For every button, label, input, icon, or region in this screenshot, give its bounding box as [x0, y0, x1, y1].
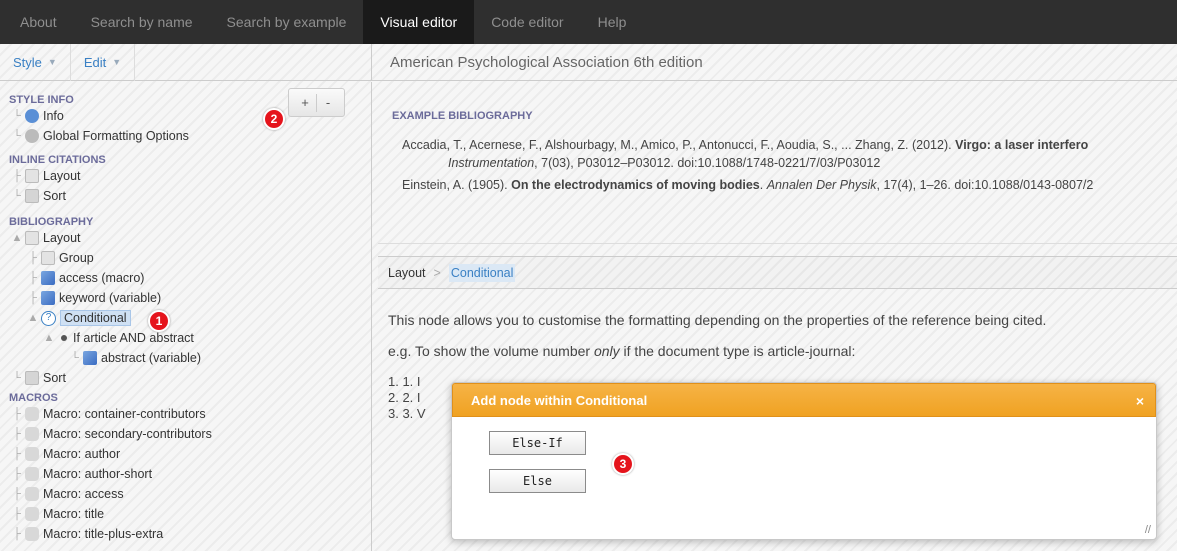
- tab-help[interactable]: Help: [581, 0, 644, 44]
- macro-icon: [25, 527, 39, 541]
- else-if-button[interactable]: Else-If: [489, 431, 586, 455]
- breadcrumb-layout[interactable]: Layout: [388, 266, 426, 280]
- tree-connector: ├: [29, 272, 37, 284]
- tree-node-macro[interactable]: ├ Macro: secondary-contributors: [9, 424, 371, 444]
- info-icon: [25, 109, 39, 123]
- macro-icon: [25, 427, 39, 441]
- tree-node-macro[interactable]: ├ Macro: access: [9, 484, 371, 504]
- editor-menubar: Style ▼ Edit ▼: [0, 43, 372, 81]
- section-inline-citations: INLINE CITATIONS: [9, 154, 106, 166]
- tree-node-macro[interactable]: ├ Macro: container-contributors: [9, 404, 371, 424]
- tree-connector: ├: [13, 448, 21, 460]
- annotation-badge-2: 2: [263, 108, 285, 130]
- macro-icon: [25, 407, 39, 421]
- tree-node-keyword[interactable]: ├ keyword (variable): [9, 288, 371, 308]
- style-menu[interactable]: Style ▼: [0, 43, 71, 81]
- section-macros: MACROS: [9, 392, 58, 404]
- chevron-down-icon: ▼: [112, 57, 122, 67]
- tree-node-inline-layout[interactable]: ├ Layout: [9, 166, 371, 186]
- edit-menu-label: Edit: [83, 54, 107, 70]
- annotation-badge-1: 1: [148, 310, 170, 332]
- breadcrumb-separator: >: [433, 265, 441, 280]
- tree-node-macro[interactable]: ├ Macro: author-short: [9, 464, 371, 484]
- sort-icon: [25, 189, 39, 203]
- style-title: American Psychological Association 6th e…: [372, 44, 1177, 81]
- dialog-header[interactable]: Add node within Conditional ×: [452, 383, 1156, 417]
- resize-handle-icon[interactable]: //: [1145, 524, 1151, 536]
- tree-connector: ├: [13, 170, 21, 182]
- sort-icon: [25, 371, 39, 385]
- tree-connector: ├: [13, 408, 21, 420]
- tree-connector: ├: [13, 468, 21, 480]
- expand-toggle-icon[interactable]: ▲: [41, 332, 57, 344]
- tree-connector: ├: [13, 508, 21, 520]
- bullet-icon: [61, 335, 67, 341]
- style-tree-panel: STYLE INFO └ Info └ Global Formatting Op…: [0, 82, 372, 551]
- tree-node-bib-layout[interactable]: ▲ Layout: [9, 228, 371, 248]
- breadcrumb: Layout > Conditional: [378, 256, 1177, 289]
- breadcrumb-conditional[interactable]: Conditional: [448, 263, 516, 282]
- tree-connector: ├: [29, 252, 37, 264]
- macro-icon: [25, 447, 39, 461]
- gear-icon: [25, 129, 39, 143]
- tree-node-conditional[interactable]: ▲ ? Conditional: [9, 308, 371, 328]
- style-menu-label: Style: [13, 54, 42, 70]
- tree-connector: ├: [13, 428, 21, 440]
- expand-toggle-icon[interactable]: ▲: [25, 312, 41, 324]
- tree-connector: ├: [13, 528, 21, 540]
- example-bibliography-panel: EXAMPLE BIBLIOGRAPHY Accadia, T., Acerne…: [378, 86, 1177, 244]
- variable-icon: [41, 291, 55, 305]
- bibliography-entry: Einstein, A. (1905). On the electrodynam…: [402, 178, 1094, 192]
- macro-icon: [25, 507, 39, 521]
- tab-about[interactable]: About: [0, 0, 74, 44]
- add-node-button[interactable]: +: [294, 95, 316, 110]
- tree-connector: └: [13, 372, 21, 384]
- dialog-title: Add node within Conditional: [471, 392, 648, 408]
- add-remove-node-buttons: + -: [288, 88, 345, 117]
- top-navigation: About Search by name Search by example V…: [0, 0, 1177, 44]
- tab-code-editor[interactable]: Code editor: [474, 0, 580, 44]
- annotation-badge-3: 3: [612, 453, 634, 475]
- bibliography-entry: Accadia, T., Acernese, F., Alshourbagy, …: [402, 138, 1089, 170]
- tree-node-access-macro[interactable]: ├ access (macro): [9, 268, 371, 288]
- section-bibliography: BIBLIOGRAPHY: [9, 216, 94, 228]
- close-icon[interactable]: ×: [1136, 393, 1144, 409]
- layout-icon: [25, 231, 39, 245]
- tab-search-by-name[interactable]: Search by name: [74, 0, 210, 44]
- tree-node-group[interactable]: ├ Group: [9, 248, 371, 268]
- macro-icon: [25, 467, 39, 481]
- remove-node-button[interactable]: -: [317, 95, 339, 110]
- tree-node-macro[interactable]: ├ Macro: title: [9, 504, 371, 524]
- edit-menu[interactable]: Edit ▼: [71, 43, 136, 81]
- tab-search-by-example[interactable]: Search by example: [210, 0, 364, 44]
- description-text: This node allows you to customise the fo…: [388, 312, 1047, 328]
- tree-node-if[interactable]: ▲ If article AND abstract: [9, 328, 371, 348]
- group-icon: [41, 251, 55, 265]
- tree-node-inline-sort[interactable]: └ Sort: [9, 186, 371, 206]
- macro-icon: [25, 487, 39, 501]
- variable-icon: [41, 271, 55, 285]
- chevron-down-icon: ▼: [47, 57, 57, 67]
- tree-connector: ├: [13, 488, 21, 500]
- tree-connector: └: [13, 110, 21, 122]
- tree-node-macro[interactable]: ├ Macro: title-plus-extra: [9, 524, 371, 544]
- question-icon: ?: [41, 310, 56, 326]
- tree-node-macro[interactable]: ├ Macro: author: [9, 444, 371, 464]
- else-button[interactable]: Else: [489, 469, 586, 493]
- tab-visual-editor[interactable]: Visual editor: [363, 0, 475, 44]
- add-node-dialog: Add node within Conditional × Else-If El…: [451, 382, 1157, 540]
- tree-connector: └: [13, 130, 21, 142]
- tree-node-global-formatting[interactable]: └ Global Formatting Options: [9, 126, 371, 146]
- tree-connector: └: [71, 352, 79, 364]
- tree-connector: ├: [29, 292, 37, 304]
- layout-icon: [25, 169, 39, 183]
- tree-node-bib-sort[interactable]: └ Sort: [9, 368, 371, 388]
- description-example: e.g. To show the volume number only if t…: [388, 343, 856, 359]
- expand-toggle-icon[interactable]: ▲: [9, 232, 25, 244]
- example-bibliography-title: EXAMPLE BIBLIOGRAPHY: [392, 110, 533, 122]
- variable-icon: [83, 351, 97, 365]
- tree-node-abstract[interactable]: └ abstract (variable): [9, 348, 371, 368]
- tree-connector: └: [13, 190, 21, 202]
